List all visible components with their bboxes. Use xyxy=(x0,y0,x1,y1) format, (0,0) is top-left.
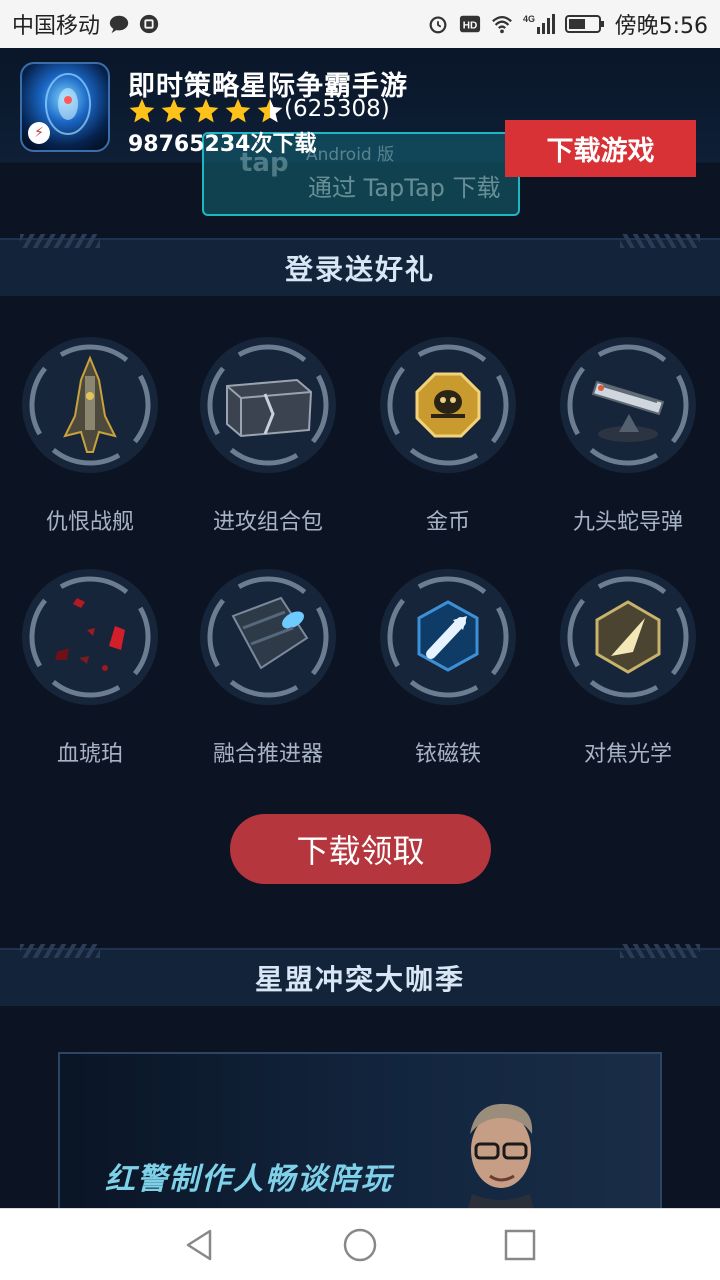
gold-coin-icon xyxy=(415,372,481,438)
svg-text:HD: HD xyxy=(462,21,477,32)
section-title: 星盟冲突大咖季 xyxy=(254,963,465,996)
gift-item[interactable]: 金币 xyxy=(358,336,538,536)
section-title: 登录送好礼 xyxy=(284,253,435,286)
hd-icon: HD xyxy=(459,15,480,33)
star-icon xyxy=(193,98,219,123)
clock-time: 傍晚5:56 xyxy=(614,14,708,39)
star-rating xyxy=(128,97,284,125)
app-icon[interactable]: ⚡ xyxy=(20,62,110,152)
gift-item[interactable]: 进攻组合包 xyxy=(178,336,358,536)
item-ring xyxy=(199,568,337,706)
item-label: 九头蛇导弹 xyxy=(572,510,683,535)
gift-item[interactable]: 仇恨战舰 xyxy=(0,336,180,536)
gift-item[interactable]: 铱磁铁 xyxy=(358,568,538,768)
gift-item[interactable]: 融合推进器 xyxy=(178,568,358,768)
item-label: 对焦光学 xyxy=(583,742,672,767)
item-label: 融合推进器 xyxy=(212,742,323,767)
back-icon[interactable] xyxy=(182,1227,218,1263)
item-label: 血琥珀 xyxy=(56,742,123,767)
item-ring xyxy=(199,336,337,474)
item-ring xyxy=(559,336,697,474)
rating-count: (625308) xyxy=(284,96,390,122)
item-label: 进攻组合包 xyxy=(212,510,323,535)
producer-portrait xyxy=(467,1103,535,1210)
half-star-icon xyxy=(257,98,283,123)
signal-strength-icon: 4G xyxy=(523,14,555,34)
wifi-icon xyxy=(491,16,512,34)
system-nav-bar xyxy=(0,1208,720,1280)
video-caption: 红警制作人畅谈陪玩 xyxy=(105,1162,393,1197)
item-label: 铱磁铁 xyxy=(414,742,481,767)
header-stripes-left xyxy=(20,234,100,248)
recent-apps-icon[interactable] xyxy=(502,1227,538,1263)
item-ring xyxy=(379,568,517,706)
gift-item[interactable]: 九头蛇导弹 xyxy=(538,336,718,536)
lightning-badge-icon: ⚡ xyxy=(28,122,50,144)
svg-text:4G: 4G xyxy=(523,14,535,24)
carrier-label: 中国移动 xyxy=(12,14,101,39)
alarm-clock-icon xyxy=(429,16,447,34)
gift-item[interactable]: 血琥珀 xyxy=(0,568,180,768)
magnet-icon xyxy=(417,600,479,672)
status-bar: 中国移动 HD 4G 傍晚5:56 xyxy=(0,0,720,48)
download-banner: ⚡ 通过 TapTap 下载 Android 版 tap 即时策略星际争霸手游 … xyxy=(0,48,720,216)
video-banner[interactable]: 红警制作人畅谈陪玩 xyxy=(58,1052,662,1212)
star-icon xyxy=(129,98,155,123)
item-ring xyxy=(21,336,159,474)
item-ring xyxy=(21,568,159,706)
header-stripes-left xyxy=(20,944,100,958)
taptap-button-label: 通过 TapTap 下载 xyxy=(308,174,501,202)
claim-download-button[interactable]: 下载领取 xyxy=(230,814,491,884)
battery-icon xyxy=(564,15,604,33)
season-header: 星盟冲突大咖季 xyxy=(0,944,720,1006)
star-icon xyxy=(161,98,187,123)
item-label: 金币 xyxy=(425,510,470,535)
download-game-button[interactable]: 下载游戏 xyxy=(505,120,696,177)
item-ring xyxy=(379,336,517,474)
download-count: 98765234次下载 xyxy=(128,132,317,157)
login-gift-header: 登录送好礼 xyxy=(0,234,720,296)
header-stripes-right xyxy=(620,944,700,958)
android-version-tag: Android 版 xyxy=(306,145,395,165)
item-label: 仇恨战舰 xyxy=(45,510,134,535)
gift-item[interactable]: 对焦光学 xyxy=(538,568,718,768)
shield-app-icon xyxy=(139,14,159,34)
crate-icon xyxy=(226,378,313,438)
star-icon xyxy=(225,98,251,123)
item-ring xyxy=(559,568,697,706)
header-stripes-right xyxy=(620,234,700,248)
home-icon[interactable] xyxy=(342,1227,378,1263)
chat-bubble-icon xyxy=(109,15,129,34)
